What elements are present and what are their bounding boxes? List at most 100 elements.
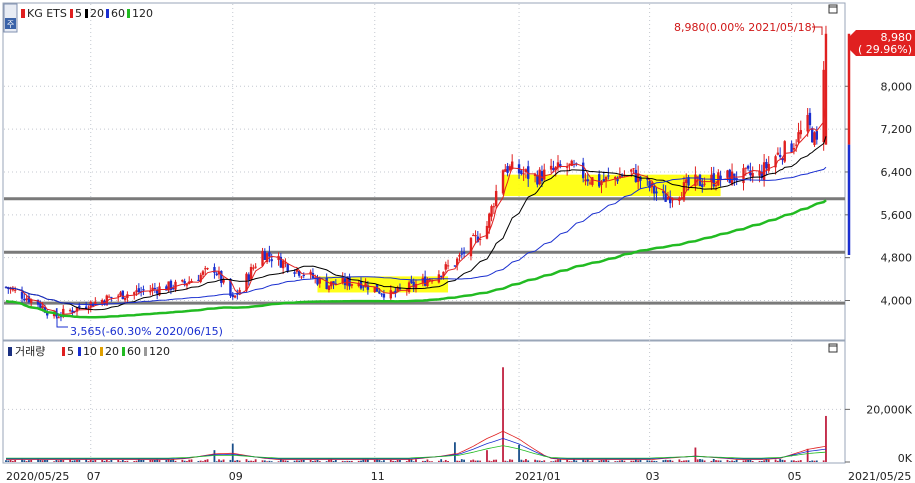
x-tick-label: 11 — [371, 470, 385, 483]
volume-bar — [554, 460, 557, 462]
volume-bar — [760, 461, 763, 462]
volume-bar — [600, 459, 603, 462]
volume-bar — [73, 460, 76, 462]
candle-body — [247, 274, 250, 280]
candle-body — [428, 279, 431, 281]
candle-body — [488, 213, 491, 228]
volume-bar — [346, 460, 349, 462]
volume-bar — [424, 460, 427, 462]
volume-bar — [618, 460, 621, 462]
legend-ma120-swatch — [127, 9, 130, 18]
candle-body — [215, 273, 218, 276]
candle-body — [586, 179, 589, 182]
volume-bar — [247, 460, 250, 462]
candle-body — [538, 169, 541, 185]
candle-body — [726, 170, 729, 178]
candle-body — [41, 305, 44, 309]
x-tick-label: 2021/05/25 — [848, 470, 911, 483]
volume-bar — [39, 459, 42, 462]
volume-bar — [621, 460, 624, 462]
volume-bar — [126, 460, 129, 462]
volume-bar — [9, 459, 12, 462]
candle-body — [172, 288, 175, 290]
volume-bar — [598, 460, 601, 462]
candle-body — [543, 169, 546, 180]
volume-bar — [669, 459, 672, 462]
candle-body — [446, 265, 450, 267]
candle-body — [490, 206, 493, 217]
volume-bar — [218, 459, 220, 462]
volume-bar — [412, 461, 415, 462]
volume-bar — [350, 460, 353, 462]
candle-body — [588, 182, 592, 184]
low-price-annotation: 3,565(-60.30% 2020/06/15) — [70, 325, 223, 338]
volume-bar — [360, 460, 362, 462]
volume-bar — [664, 459, 667, 462]
volume-bar — [282, 460, 285, 462]
volume-bar — [522, 460, 525, 462]
candle-body — [389, 290, 392, 299]
volume-bar — [426, 459, 429, 462]
volume-bar — [630, 460, 633, 462]
volume-bar — [504, 460, 507, 462]
volume-panel-maximize-button[interactable] — [828, 343, 838, 353]
volume-bar — [270, 461, 273, 462]
candle-body — [549, 165, 553, 170]
volume-bar — [575, 460, 578, 462]
volume-bar — [632, 460, 635, 462]
volume-bar — [151, 459, 154, 462]
volume-bar — [726, 459, 729, 462]
volume-bar — [525, 459, 527, 462]
volume-bar — [153, 459, 156, 462]
volume-bar — [492, 459, 495, 462]
volume-bar — [103, 460, 106, 462]
volume-bar — [199, 460, 202, 462]
volume-bar — [607, 460, 610, 462]
volume-bar — [444, 459, 447, 462]
volume-bar — [557, 459, 559, 462]
volume-bar — [87, 461, 90, 462]
volume-bar — [811, 460, 814, 462]
candle-body — [552, 168, 555, 171]
volume-panel-frame — [2, 340, 846, 464]
candle-body — [252, 267, 255, 269]
candle-body — [11, 288, 15, 291]
high-price-annotation: 8,980(0.00% 2021/05/18) — [674, 21, 816, 34]
current-price-change: ( 29.96%) — [858, 43, 912, 56]
candle-body — [703, 183, 706, 185]
volume-bar — [263, 460, 266, 462]
candle-body — [391, 291, 395, 293]
volume-bar — [250, 460, 252, 462]
volume-bar — [378, 459, 381, 462]
candle-body — [270, 259, 273, 262]
volume-bar — [92, 460, 94, 462]
price-panel-maximize-button[interactable] — [828, 4, 838, 14]
candle-body — [119, 292, 122, 296]
volume-bar — [815, 460, 818, 462]
volume-bar — [591, 460, 594, 462]
vlegend-ma20: 20 — [105, 345, 119, 358]
volume-bar — [5, 460, 7, 462]
volume-bar — [790, 460, 793, 462]
volume-bar — [742, 460, 745, 462]
volume-bar — [470, 460, 472, 462]
vlegend-ma60-swatch — [122, 347, 125, 356]
candle-body — [799, 130, 802, 135]
volume-bar — [213, 450, 216, 462]
candle-body — [824, 33, 828, 145]
volume-bar — [543, 460, 546, 462]
candle-body — [765, 161, 768, 169]
candle-body — [744, 167, 748, 169]
volume-bar — [550, 461, 553, 462]
candle-body — [423, 276, 427, 286]
volume-bar — [121, 459, 124, 462]
candle-body — [792, 147, 796, 150]
candle-body — [696, 176, 699, 178]
volume-bar — [710, 460, 713, 462]
candle-body — [811, 128, 814, 143]
volume-bar — [623, 460, 626, 462]
y-tick-label: 5,600 — [881, 209, 913, 222]
volume-bar — [158, 460, 161, 462]
candle-body — [536, 175, 539, 185]
volume-bar — [380, 461, 383, 462]
